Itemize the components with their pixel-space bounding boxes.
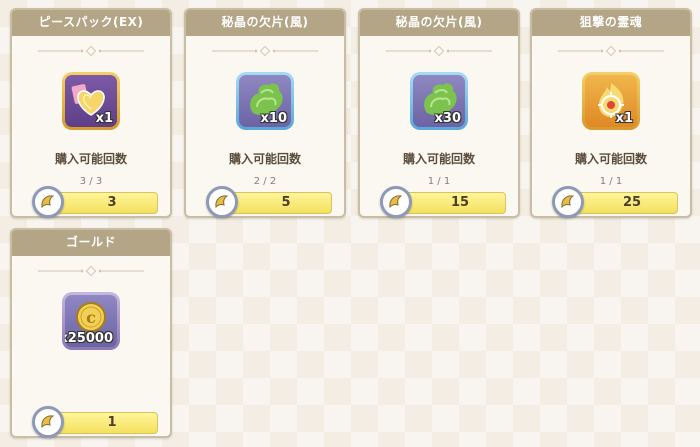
- item-quantity: x25000: [65, 331, 113, 346]
- item-icon-frame: c x25000: [62, 292, 120, 350]
- shop-item-card[interactable]: ピースパック(EX) x1 購入可能回数 3 / 3 3: [10, 8, 172, 218]
- item-title: 秘晶の欠片(風): [186, 10, 344, 36]
- horn-currency-icon: [32, 406, 64, 438]
- purchase-limit-label: 購入可能回数: [574, 152, 647, 166]
- shop-item-card[interactable]: 狙撃の霊魂 x1 購入可能回数 1 / 1 25: [530, 8, 692, 218]
- purchase-limit-count: 1 / 1: [427, 176, 451, 187]
- price-value: 1: [107, 415, 117, 430]
- item-title: ピースパック(EX): [12, 10, 170, 36]
- wind-crystal-shard-icon: x30: [413, 75, 465, 127]
- shop-item-card[interactable]: 秘晶の欠片(風) x10 購入可能回数 2 / 2 5: [184, 8, 346, 218]
- horn-currency-icon: [206, 186, 238, 218]
- purchase-limit-count: 3 / 3: [79, 176, 103, 187]
- item-title: ゴールド: [12, 230, 170, 256]
- item-title: 秘晶の欠片(風): [360, 10, 518, 36]
- ornament-divider: [210, 44, 320, 58]
- item-icon-frame: x1: [582, 72, 640, 130]
- purchase-limit-label: 購入可能回数: [228, 152, 301, 166]
- buy-button[interactable]: 5: [222, 192, 332, 214]
- price-value: 15: [450, 195, 470, 210]
- buy-button[interactable]: 3: [48, 192, 158, 214]
- item-icon-frame: x30: [410, 72, 468, 130]
- sniper-soul-icon: x1: [585, 75, 637, 127]
- wind-crystal-shard-icon: x10: [239, 75, 291, 127]
- buy-button[interactable]: 25: [568, 192, 678, 214]
- purchase-limit-label: 購入可能回数: [54, 152, 127, 166]
- horn-currency-icon: [552, 186, 584, 218]
- svg-text:c: c: [86, 308, 96, 327]
- buy-button[interactable]: 15: [396, 192, 506, 214]
- item-icon-frame: x1: [62, 72, 120, 130]
- item-quantity: x10: [260, 111, 287, 126]
- price-value: 5: [281, 195, 291, 210]
- horn-currency-icon: [32, 186, 64, 218]
- buy-button[interactable]: 1: [48, 412, 158, 434]
- ornament-divider: [36, 44, 146, 58]
- item-title: 狙撃の霊魂: [532, 10, 690, 36]
- ornament-divider: [36, 264, 146, 278]
- purchase-limit-count: 2 / 2: [253, 176, 277, 187]
- ornament-divider: [556, 44, 666, 58]
- shop-item-card[interactable]: 秘晶の欠片(風) x30 購入可能回数 1 / 1 15: [358, 8, 520, 218]
- item-quantity: x1: [95, 111, 113, 126]
- item-icon-frame: x10: [236, 72, 294, 130]
- ornament-divider: [384, 44, 494, 58]
- item-quantity: x30: [434, 111, 461, 126]
- purchase-limit-count: 1 / 1: [599, 176, 623, 187]
- price-value: 25: [622, 195, 642, 210]
- shop-item-card[interactable]: ゴールド c x25000 1: [10, 228, 172, 438]
- purchase-limit-label: 購入可能回数: [402, 152, 475, 166]
- item-quantity: x1: [615, 111, 633, 126]
- price-value: 3: [107, 195, 117, 210]
- heart-piece-pack-icon: x1: [65, 75, 117, 127]
- horn-currency-icon: [380, 186, 412, 218]
- gold-coin-icon: c x25000: [65, 295, 117, 347]
